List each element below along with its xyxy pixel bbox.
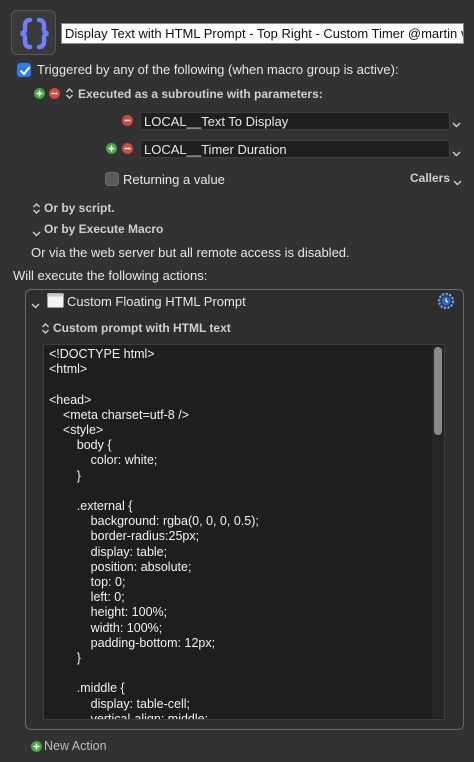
code-line: width: 100%; [49,620,163,635]
callers-dropdown[interactable] [453,175,462,189]
code-text: <!DOCTYPE html> <html> <head> <meta char… [49,347,259,720]
new-action-button[interactable] [31,741,42,755]
code-line: color: white; [49,453,158,468]
prompt-type-label: Custom prompt with HTML text [53,321,231,335]
html-window-icon [47,293,64,311]
code-line: position: absolute; [49,559,192,574]
subroutine-label: Executed as a subroutine with parameters… [78,87,323,101]
param-2-dropdown[interactable] [452,146,461,160]
minus-circle-icon [49,88,60,99]
html-code-editor[interactable]: <!DOCTYPE html> <html> <head> <meta char… [43,344,445,720]
subroutine-popup[interactable] [65,87,74,103]
prompt-type-popup[interactable] [41,322,50,338]
up-down-chevron-icon [42,323,49,334]
web-server-label: Or via the web server but all remote acc… [31,245,350,260]
chevron-down-icon [31,303,40,309]
code-line: } [49,468,81,483]
param-1-dropdown[interactable] [452,117,461,131]
code-line: height: 100%; [49,605,168,620]
triggered-checkbox[interactable] [17,63,31,77]
code-line: .external { [49,499,133,514]
up-down-chevron-icon [66,88,73,99]
code-line: left: 0; [49,590,125,605]
chevron-down-icon [32,231,41,237]
gear-clock-icon [437,292,455,310]
code-line: display: table; [49,544,168,559]
actions-header: Will execute the following actions: [13,268,208,283]
returning-value-label: Returning a value [123,172,225,187]
code-line: vertical-align: middle; [49,711,209,720]
code-line: display: table-cell; [49,696,191,711]
curly-braces-icon [20,17,49,50]
param-field-1[interactable]: LOCAL__Text To Display [140,112,450,130]
code-line: <style> [49,423,104,438]
code-line: .middle { [49,681,125,696]
execute-macro-disclosure[interactable] [32,226,41,240]
by-script-popup[interactable] [32,202,41,218]
code-line: <meta charset=utf-8 /> [49,407,190,422]
minus-circle-icon [122,143,133,154]
chevron-down-icon [453,180,462,186]
macro-icon[interactable] [11,10,56,55]
callers-button[interactable]: Callers [410,171,450,185]
code-line: <!DOCTYPE html> [49,347,155,361]
triggered-label: Triggered by any of the following (when … [37,62,399,77]
code-scrollbar-thumb[interactable] [434,347,442,435]
remove-param-1-button[interactable] [122,115,133,129]
execute-macro-label: Or by Execute Macro [44,222,164,236]
code-line: padding-bottom: 12px; [49,635,216,650]
plus-circle-icon [31,741,42,752]
action-gear-button[interactable] [437,292,455,313]
plus-circle-icon [34,88,45,99]
code-line: } [49,651,81,666]
minus-circle-icon [122,115,133,126]
checkmark-icon [20,66,30,75]
remove-param-2-button[interactable] [122,143,133,157]
param-field-2[interactable]: LOCAL__Timer Duration [140,140,450,158]
up-down-chevron-icon [33,203,40,214]
macro-title-field[interactable]: Display Text with HTML Prompt - Top Righ… [61,23,464,44]
chevron-down-icon [452,151,461,157]
action-disclosure[interactable] [31,298,40,312]
returning-value-checkbox[interactable] [105,172,119,186]
by-script-label: Or by script. [44,201,115,215]
code-line: <html> [49,362,88,377]
plus-circle-icon [106,143,117,154]
add-trigger-button[interactable] [34,88,45,102]
remove-trigger-button[interactable] [49,88,60,102]
new-action-label[interactable]: New Action [44,739,107,753]
code-line: background: rgba(0, 0, 0, 0.5); [49,514,259,529]
code-line: top: 0; [49,575,126,590]
add-param-button[interactable] [106,143,117,157]
chevron-down-icon [452,122,461,128]
code-line: body { [49,438,112,453]
code-line: border-radius:25px; [49,529,200,544]
code-line: <head> [49,392,92,407]
action-title: Custom Floating HTML Prompt [67,294,246,309]
